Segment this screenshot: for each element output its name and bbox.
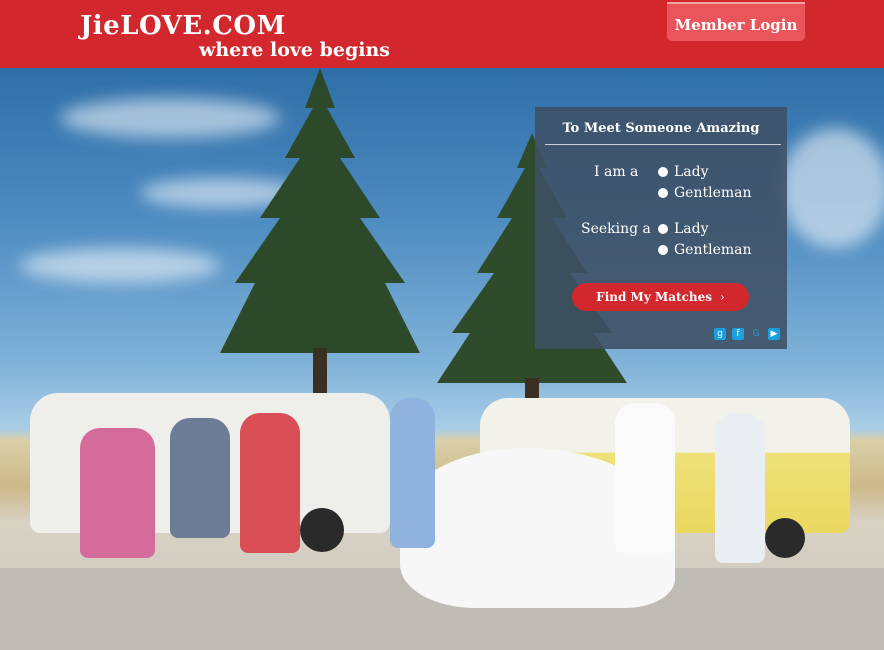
find-matches-button[interactable]: Find My Matches › (572, 283, 749, 311)
person (390, 398, 435, 548)
divider (545, 144, 781, 145)
radio-button[interactable] (658, 188, 668, 198)
find-matches-label: Find My Matches (596, 290, 712, 304)
cloud (780, 128, 884, 248)
person (715, 413, 765, 563)
radio-button[interactable] (658, 167, 668, 177)
member-login-button[interactable]: Member Login (667, 2, 805, 41)
google-plus-icon[interactable]: g (714, 328, 726, 340)
radio-button[interactable] (658, 224, 668, 234)
radio-button[interactable] (658, 245, 668, 255)
site-logo[interactable]: JieLOVE.COM (80, 11, 286, 41)
person (80, 428, 155, 558)
seeking-label: Seeking a (581, 221, 651, 237)
facebook-icon[interactable]: f (732, 328, 744, 340)
person (170, 418, 230, 538)
iam-gentleman-radio[interactable]: Gentleman (658, 185, 752, 201)
person (240, 413, 300, 553)
option-label: Lady (674, 221, 709, 237)
google-icon[interactable]: G (750, 328, 762, 340)
cloud (20, 248, 220, 283)
site-header: JieLOVE.COM where love begins Member Log… (0, 0, 884, 68)
van-wheel (765, 518, 805, 558)
iam-lady-radio[interactable]: Lady (658, 164, 709, 180)
site-tagline: where love begins (199, 39, 390, 61)
person (615, 403, 675, 553)
van-wheel (300, 508, 344, 552)
option-label: Gentleman (674, 242, 752, 258)
seeking-lady-radio[interactable]: Lady (658, 221, 709, 237)
option-label: Lady (674, 164, 709, 180)
option-label: Gentleman (674, 185, 752, 201)
seeking-gentleman-radio[interactable]: Gentleman (658, 242, 752, 258)
pine-tree (220, 68, 420, 398)
chevron-right-icon: › (720, 290, 725, 304)
youtube-icon[interactable]: ▶ (768, 328, 780, 340)
panel-title: To Meet Someone Amazing (562, 121, 760, 136)
iam-label: I am a (594, 164, 639, 180)
match-search-panel: To Meet Someone Amazing I am a Lady Gent… (535, 107, 787, 349)
